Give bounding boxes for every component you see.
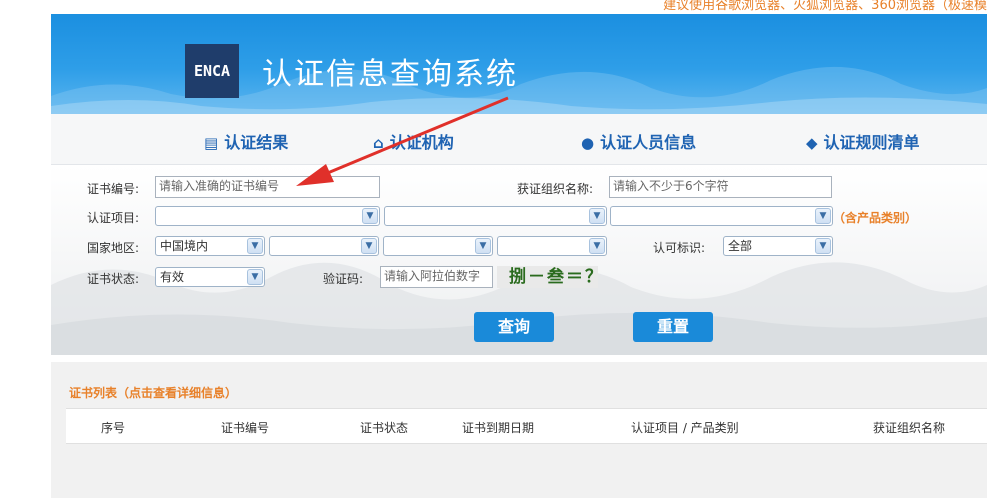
region-select-2[interactable]: ▼ [269, 236, 379, 256]
captcha-image[interactable]: 捌－叁＝？ [497, 266, 602, 288]
org-name-label: 获证组织名称: [517, 182, 594, 196]
chevron-down-icon: ▼ [475, 238, 491, 254]
accreditation-mark-label: 认可标识: [653, 241, 706, 255]
nav-label: 认证规则清单 [823, 133, 920, 152]
column-header: 序号 [101, 421, 126, 435]
tags-icon: ◆ [806, 134, 818, 152]
search-button[interactable]: 查询 [474, 312, 554, 342]
column-header: 证书状态 [360, 421, 409, 435]
list-icon: ▤ [204, 134, 219, 152]
nav-item-cert-agency[interactable]: ⌂ 认证机构 [373, 129, 454, 153]
search-form: 证书编号: 请输入准确的证书编号 获证组织名称: 请输入不少于6个字符 认证项目… [51, 165, 987, 355]
chevron-down-icon: ▼ [815, 208, 831, 224]
chevron-down-icon: ▼ [247, 269, 263, 285]
column-header: 获证组织名称 [873, 421, 946, 435]
nav-item-cert-personnel[interactable]: ● 认证人员信息 [581, 129, 696, 153]
page-frame: ENCA 认证信息查询系统 ▤ 认证结果 ⌂ 认证机构 ● 认证人员信息 ◆ 认证规则清… [51, 14, 987, 498]
captcha-text: 捌－叁＝？ [509, 267, 604, 287]
product-category-hint: （含产品类别） [833, 211, 918, 225]
nav-label: 认证人员信息 [600, 133, 697, 152]
status-select[interactable]: 有效 ▼ [155, 267, 265, 287]
chevron-down-icon: ▼ [815, 238, 831, 254]
chevron-down-icon: ▼ [589, 238, 605, 254]
user-icon: ● [581, 134, 595, 152]
nav-item-cert-rules[interactable]: ◆ 认证规则清单 [806, 129, 920, 153]
nav-label: 认证结果 [224, 133, 289, 152]
project-select-1[interactable]: ▼ [155, 206, 380, 226]
chevron-down-icon: ▼ [247, 238, 263, 254]
cert-list-title: 证书列表（点击查看详细信息） [69, 386, 238, 400]
project-select-2[interactable]: ▼ [384, 206, 607, 226]
region-select-value: 中国境内 [160, 239, 209, 253]
column-header: 认证项目 / 产品类别 [631, 421, 739, 435]
chevron-down-icon: ▼ [589, 208, 605, 224]
column-header: 证书编号 [221, 421, 270, 435]
captcha-label: 验证码: [323, 272, 364, 286]
region-label: 国家地区: [87, 241, 140, 255]
project-select-3[interactable]: ▼ [610, 206, 833, 226]
status-select-value: 有效 [160, 270, 185, 284]
browser-notice: 建议使用谷歌浏览器、火狐浏览器、360浏览器（极速模 [663, 0, 987, 13]
org-name-input[interactable]: 请输入不少于6个字符 [609, 176, 832, 198]
region-select-4[interactable]: ▼ [497, 236, 607, 256]
captcha-input[interactable]: 请输入阿拉伯数字 [380, 266, 493, 288]
enca-logo: ENCA [185, 44, 239, 98]
cert-list-panel: 证书列表（点击查看详细信息） 序号 证书编号 证书状态 证书到期日期 认证项目 … [51, 362, 987, 498]
cert-no-input[interactable]: 请输入准确的证书编号 [155, 176, 380, 198]
chevron-down-icon: ▼ [361, 238, 377, 254]
region-select-1[interactable]: 中国境内 ▼ [155, 236, 265, 256]
cert-table-header: 序号 证书编号 证书状态 证书到期日期 认证项目 / 产品类别 获证组织名称 [66, 408, 987, 444]
cert-no-label: 证书编号: [87, 182, 140, 196]
region-select-3[interactable]: ▼ [383, 236, 493, 256]
nav-item-cert-result[interactable]: ▤ 认证结果 [204, 129, 288, 153]
accreditation-mark-select[interactable]: 全部 ▼ [723, 236, 833, 256]
header-banner: ENCA 认证信息查询系统 [51, 14, 987, 114]
nav-bar: ▤ 认证结果 ⌂ 认证机构 ● 认证人员信息 ◆ 认证规则清单 [51, 114, 987, 165]
reset-button[interactable]: 重置 [633, 312, 713, 342]
nav-label: 认证机构 [389, 133, 454, 152]
column-header: 证书到期日期 [462, 421, 535, 435]
status-label: 证书状态: [87, 272, 140, 286]
chevron-down-icon: ▼ [362, 208, 378, 224]
system-title: 认证信息查询系统 [262, 57, 518, 92]
accreditation-mark-value: 全部 [728, 239, 753, 253]
project-label: 认证项目: [87, 211, 140, 225]
home-icon: ⌂ [373, 134, 384, 152]
